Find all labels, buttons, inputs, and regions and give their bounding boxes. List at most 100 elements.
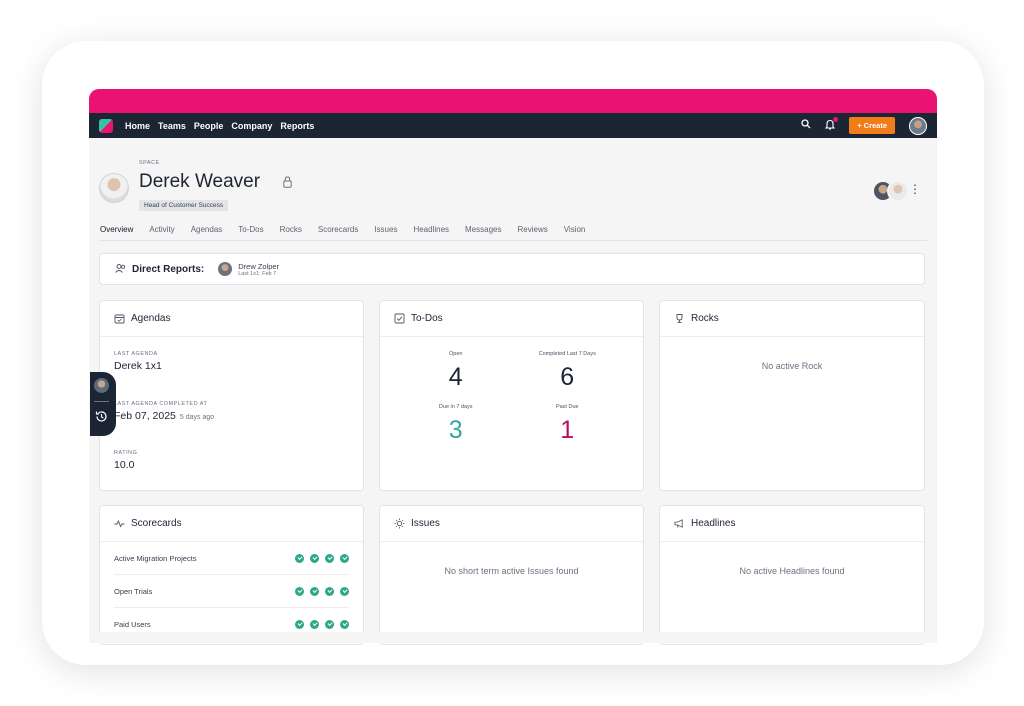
empty-state: No active Headlines found bbox=[739, 566, 845, 576]
nav-people[interactable]: People bbox=[194, 121, 224, 131]
card-title: Scorecards bbox=[131, 518, 182, 529]
avatar[interactable] bbox=[887, 180, 909, 202]
todo-completed-count: 6 bbox=[560, 363, 575, 391]
last-agenda-label: LAST AGENDA bbox=[114, 351, 158, 357]
check-icon bbox=[310, 620, 319, 629]
people-icon bbox=[115, 260, 126, 278]
profile-header: SPACE Derek Weaver Head of Customer Succ… bbox=[89, 138, 937, 248]
scorecard-metric-name: Paid Users bbox=[114, 620, 151, 629]
direct-reports-title: Direct Reports: bbox=[132, 263, 205, 275]
search-icon[interactable] bbox=[801, 119, 811, 132]
empty-state: No active Rock bbox=[761, 361, 823, 371]
check-icon bbox=[340, 620, 349, 629]
check-icon bbox=[325, 553, 334, 563]
scorecard-metric-name: Active Migration Projects bbox=[114, 553, 197, 563]
nav-home[interactable]: Home bbox=[125, 121, 150, 131]
card-header: Agendas bbox=[100, 301, 363, 337]
status-dots bbox=[289, 553, 349, 563]
nav-reports[interactable]: Reports bbox=[280, 121, 314, 131]
tab-rocks[interactable]: Rocks bbox=[280, 225, 302, 241]
issues-card: Issues No short term active Issues found bbox=[379, 505, 644, 645]
check-icon bbox=[325, 620, 334, 629]
rocks-card: Rocks No active Rock bbox=[659, 300, 925, 491]
status-dots bbox=[289, 586, 349, 596]
todos-card: To-Dos Open 4 Completed Last 7 Days 6 Du… bbox=[379, 300, 644, 491]
table-row[interactable]: Active Migration Projects bbox=[114, 542, 349, 575]
lock-icon bbox=[283, 175, 292, 188]
tab-overview[interactable]: Overview bbox=[100, 225, 133, 241]
direct-report-item[interactable]: Drew Zolper Last 1x1: Feb 7 bbox=[238, 262, 279, 277]
member-avatars[interactable] bbox=[872, 180, 909, 202]
check-icon bbox=[295, 620, 304, 629]
rating-label: RATING bbox=[114, 450, 138, 456]
floating-side-widget[interactable] bbox=[90, 372, 116, 436]
bell-icon[interactable] bbox=[824, 116, 839, 133]
more-options-icon[interactable]: ⋮ bbox=[909, 182, 921, 196]
create-button[interactable]: + Create bbox=[849, 117, 895, 134]
check-icon bbox=[340, 586, 349, 596]
tab-divider bbox=[99, 240, 927, 241]
card-title: To-Dos bbox=[411, 313, 443, 324]
todo-past-stat[interactable]: Past Due 1 bbox=[512, 404, 624, 445]
avatar[interactable] bbox=[94, 378, 109, 393]
avatar[interactable] bbox=[218, 262, 233, 276]
top-navigation: Home Teams People Company Reports + Crea… bbox=[89, 113, 937, 138]
check-icon bbox=[295, 586, 304, 596]
todo-due-stat[interactable]: Due in 7 days 3 bbox=[400, 404, 512, 445]
app-logo[interactable] bbox=[99, 118, 113, 133]
trophy-icon bbox=[674, 313, 685, 324]
tab-activity[interactable]: Activity bbox=[149, 225, 174, 241]
tab-bar: Overview Activity Agendas To-Dos Rocks S… bbox=[100, 225, 601, 241]
tab-reviews[interactable]: Reviews bbox=[518, 225, 548, 241]
completed-ago: 5 days ago bbox=[179, 414, 215, 421]
tab-messages[interactable]: Messages bbox=[465, 225, 501, 241]
check-icon bbox=[340, 553, 349, 563]
completed-date: Feb 07, 2025 bbox=[114, 410, 176, 422]
page-title: Derek Weaver bbox=[139, 171, 261, 192]
empty-state: No short term active Issues found bbox=[444, 566, 579, 576]
check-icon bbox=[295, 553, 304, 563]
tab-scorecards[interactable]: Scorecards bbox=[318, 225, 358, 241]
tab-issues[interactable]: Issues bbox=[374, 225, 397, 241]
scorecards-card: Scorecards Active Migration Projects Ope… bbox=[99, 505, 364, 645]
tab-todos[interactable]: To-Dos bbox=[238, 225, 263, 241]
last-agenda-value[interactable]: Derek 1x1 bbox=[114, 360, 363, 372]
history-icon[interactable] bbox=[94, 409, 109, 429]
nav-teams[interactable]: Teams bbox=[158, 121, 186, 131]
direct-reports-bar: Direct Reports: Drew Zolper Last 1x1: Fe… bbox=[99, 253, 925, 285]
card-header: Rocks bbox=[660, 301, 924, 337]
role-badge: Head of Customer Success bbox=[139, 200, 229, 211]
card-title: Rocks bbox=[691, 313, 719, 324]
profile-avatar bbox=[99, 173, 129, 203]
checkbox-icon bbox=[394, 313, 405, 324]
card-title: Issues bbox=[411, 518, 440, 529]
tab-headlines[interactable]: Headlines bbox=[413, 225, 449, 241]
todo-past-label: Past Due bbox=[555, 404, 579, 410]
card-header: To-Dos bbox=[380, 301, 643, 337]
tab-vision[interactable]: Vision bbox=[564, 225, 586, 241]
bottom-fade bbox=[89, 632, 937, 643]
card-title: Agendas bbox=[131, 313, 171, 324]
nav-company[interactable]: Company bbox=[231, 121, 272, 131]
table-row[interactable]: Open Trials bbox=[114, 575, 349, 608]
tab-agendas[interactable]: Agendas bbox=[191, 225, 223, 241]
direct-report-name: Drew Zolper bbox=[238, 261, 280, 271]
todo-completed-label: Completed Last 7 Days bbox=[538, 351, 596, 357]
card-header: Headlines bbox=[660, 506, 924, 542]
accent-bar bbox=[89, 89, 937, 115]
calendar-icon bbox=[114, 313, 125, 324]
todo-due-label: Due in 7 days bbox=[438, 404, 473, 410]
todo-open-stat[interactable]: Open 4 bbox=[400, 351, 512, 392]
widget-divider bbox=[94, 401, 109, 402]
user-avatar[interactable] bbox=[909, 116, 927, 135]
todo-open-label: Open bbox=[449, 351, 463, 357]
check-icon bbox=[325, 586, 334, 596]
space-label: SPACE bbox=[139, 160, 160, 166]
check-icon bbox=[310, 553, 319, 563]
todo-completed-stat[interactable]: Completed Last 7 Days 6 bbox=[512, 351, 624, 392]
status-dots bbox=[289, 620, 349, 629]
notification-dot bbox=[833, 116, 839, 122]
megaphone-icon bbox=[674, 518, 685, 529]
rating-value: 10.0 bbox=[114, 459, 135, 471]
direct-report-last-1x1: Last 1x1: Feb 7 bbox=[238, 270, 277, 277]
